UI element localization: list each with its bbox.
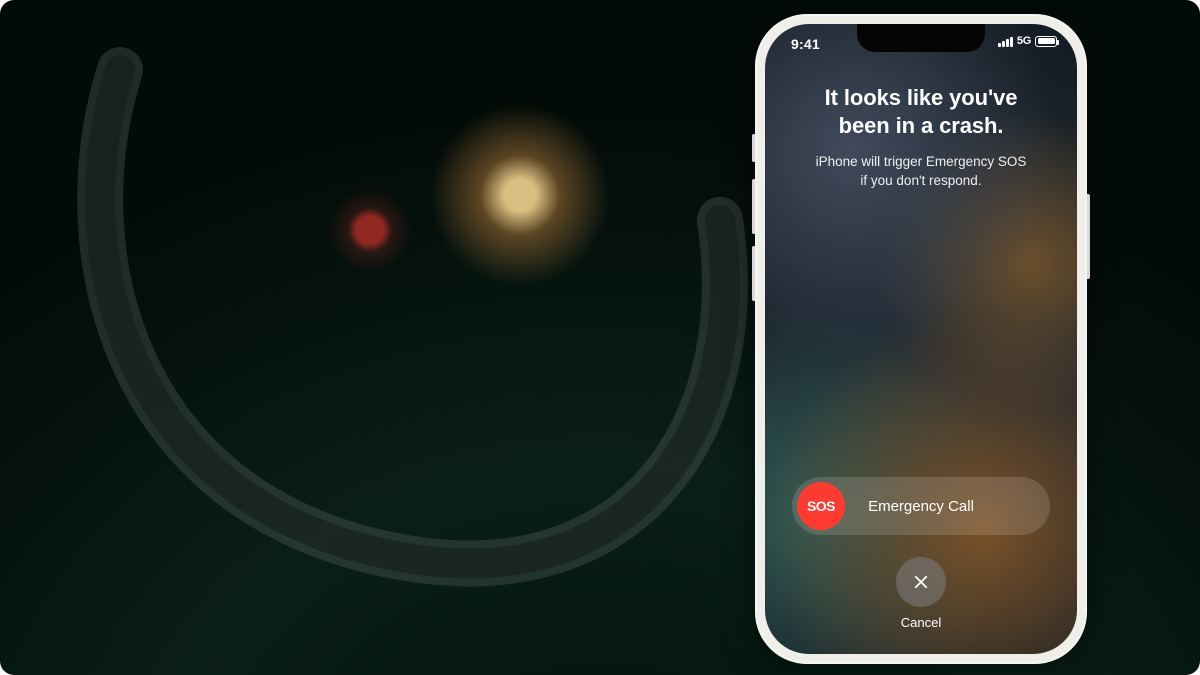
iphone-device-frame: 9:41 5G It looks like you've been in a c… <box>755 14 1087 664</box>
mute-switch <box>752 134 755 162</box>
emergency-call-label: Emergency Call <box>792 498 1050 515</box>
phone-screen: 9:41 5G It looks like you've been in a c… <box>765 24 1077 654</box>
crash-subline: iPhone will trigger Emergency SOS if you… <box>788 153 1055 191</box>
cancel-label: Cancel <box>901 615 941 630</box>
volume-up-button <box>752 179 755 234</box>
close-icon <box>912 573 930 591</box>
crash-headline: It looks like you've been in a crash. <box>801 84 1042 139</box>
cellular-signal-icon <box>998 35 1013 47</box>
crash-subline-line2: if you don't respond. <box>860 173 981 188</box>
background-crash-aerial: 9:41 5G It looks like you've been in a c… <box>0 0 1200 675</box>
cancel-button[interactable] <box>896 557 946 607</box>
crash-subline-line1: iPhone will trigger Emergency SOS <box>816 154 1027 169</box>
crash-headline-line1: It looks like you've <box>825 85 1018 110</box>
volume-down-button <box>752 246 755 301</box>
status-time: 9:41 <box>791 36 820 52</box>
side-button <box>1087 194 1090 279</box>
battery-icon <box>1035 36 1057 47</box>
emergency-call-slider[interactable]: SOS Emergency Call <box>792 477 1050 535</box>
crash-headline-line2: been in a crash. <box>839 113 1004 138</box>
status-bar: 9:41 5G <box>765 34 1077 54</box>
network-type: 5G <box>1017 35 1031 47</box>
